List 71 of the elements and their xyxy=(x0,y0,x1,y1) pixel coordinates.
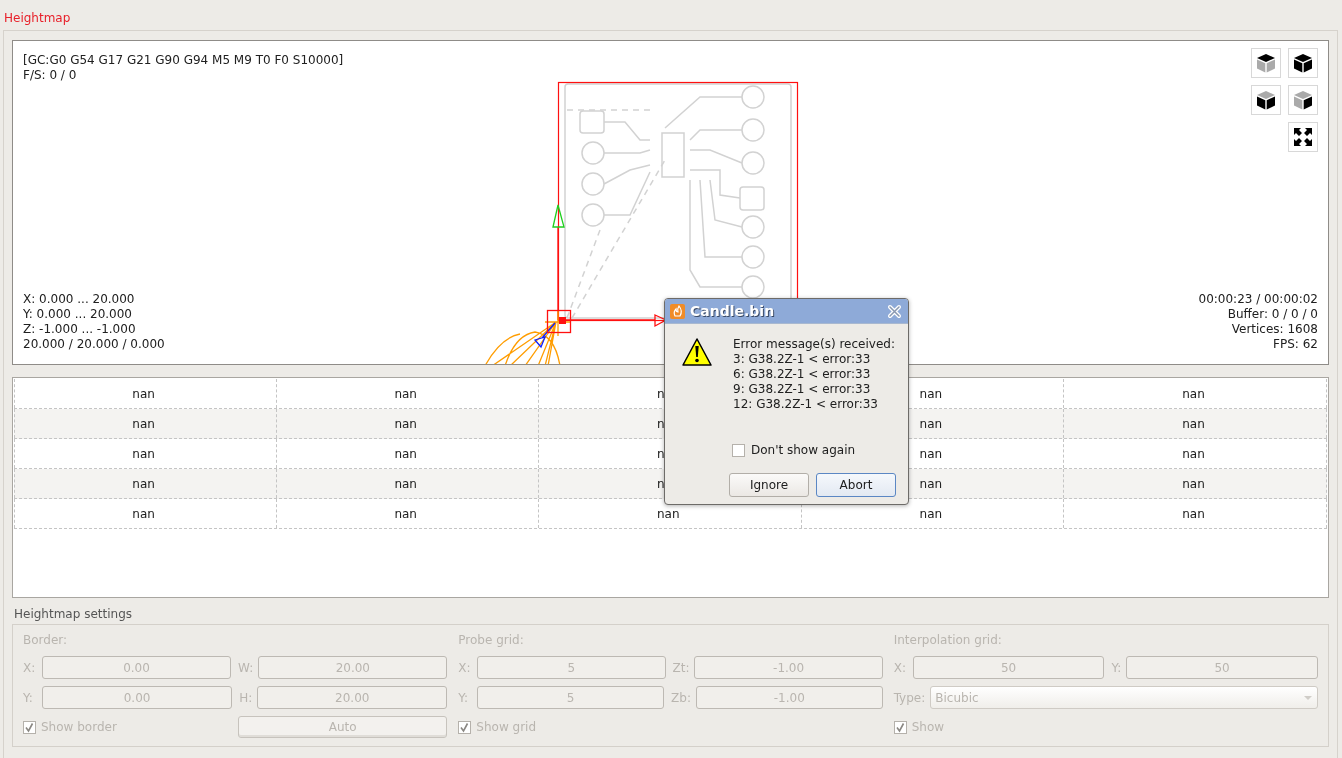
table-cell-text: nan xyxy=(394,446,418,461)
warning-icon xyxy=(681,337,713,367)
table-cell-text: nan xyxy=(919,506,944,521)
field-label: Type: xyxy=(893,690,927,705)
dialog-title: Candle.bin xyxy=(690,303,776,319)
table-cell-text: nan xyxy=(132,416,156,431)
coordinate-text: X: 0.000 ... 20.000 xyxy=(23,292,136,307)
checkbox-label: Don't show again xyxy=(751,443,856,457)
cube-icon xyxy=(1292,89,1314,111)
expand-icon xyxy=(1292,126,1314,148)
table-cell-text: nan xyxy=(919,476,944,491)
field-label: X: xyxy=(458,660,472,675)
group-title: Heightmap settings xyxy=(14,607,133,621)
group-label: Interpolation grid: xyxy=(893,633,1003,649)
table-cell-text: nan xyxy=(919,416,944,431)
table-cell-text: nan xyxy=(394,386,418,401)
view-button[interactable] xyxy=(1251,48,1281,78)
table-cell-text: nan xyxy=(132,386,156,401)
section-title: Heightmap xyxy=(3,10,72,27)
checkbox-label: Show grid xyxy=(476,720,537,734)
field-label: Zb: xyxy=(670,690,692,705)
field-label: H: xyxy=(238,690,254,705)
error-message-line: Error message(s) received: xyxy=(733,337,895,352)
table-cell-text: nan xyxy=(1182,416,1206,431)
table-cell-text: n xyxy=(657,476,666,491)
stats-text: Vertices: 1608 xyxy=(1230,322,1318,337)
table-cell-text: nan xyxy=(1182,386,1206,401)
coordinate-text: Z: -1.000 ... -1.000 xyxy=(23,322,137,337)
field-label: Zt: xyxy=(671,660,691,675)
error-message-line: 12: G38.2Z-1 < error:33 xyxy=(733,397,879,412)
table-cell-text: nan xyxy=(132,446,156,461)
table-cell-text: nan xyxy=(1182,506,1206,521)
table-cell-text: nan xyxy=(1182,446,1206,461)
coordinate-text: 20.000 / 20.000 / 0.000 xyxy=(23,337,165,352)
status-text: F/S: 0 / 0 xyxy=(23,68,78,83)
cube-icon xyxy=(1292,52,1314,74)
checkbox-label: Show border xyxy=(41,720,117,734)
app-icon xyxy=(670,303,685,319)
dialog-button[interactable]: Abort xyxy=(816,473,896,497)
table-cell-text: nan xyxy=(394,476,418,491)
cube-icon xyxy=(1255,89,1277,111)
error-message-line: 9: G38.2Z-1 < error:33 xyxy=(733,382,872,397)
stats-text: Buffer: 0 / 0 / 0 xyxy=(1226,307,1318,322)
table-cell-text: n xyxy=(657,386,666,401)
error-message-line: 6: G38.2Z-1 < error:33 xyxy=(733,367,872,382)
error-message-line: 3: G38.2Z-1 < error:33 xyxy=(733,352,872,367)
stats-text: FPS: 62 xyxy=(1272,337,1318,352)
cube-icon xyxy=(1255,52,1277,74)
field-label: W: xyxy=(237,660,255,675)
close-icon[interactable] xyxy=(887,303,902,319)
status-text: [GC:G0 G54 G17 G21 G90 G94 M5 M9 T0 F0 S10000] xyxy=(23,53,344,68)
table-cell-text: nan xyxy=(132,506,156,521)
table-cell-text: nan xyxy=(919,446,944,461)
table-cell-text: nan xyxy=(394,416,418,431)
table-cell-text: n xyxy=(657,446,666,461)
fit-view-button[interactable] xyxy=(1288,122,1318,152)
view-button[interactable] xyxy=(1251,85,1281,115)
group-label: Border: xyxy=(23,633,69,649)
table-cell-text: n xyxy=(657,416,666,431)
table-cell-text: nan xyxy=(919,386,944,401)
table-cell-text: nan xyxy=(1182,476,1206,491)
stats-text: 00:00:23 / 00:00:02 xyxy=(1198,292,1318,307)
table-cell-text: nan xyxy=(657,506,681,521)
table-cell-text: nan xyxy=(394,506,418,521)
group-label: Probe grid: xyxy=(458,633,525,649)
dialog-button[interactable]: Ignore xyxy=(729,473,809,497)
coordinate-text: Y: 0.000 ... 20.000 xyxy=(23,307,133,322)
table-cell-text: nan xyxy=(132,476,156,491)
checkbox[interactable] xyxy=(732,443,745,457)
view-button[interactable] xyxy=(1288,48,1318,78)
view-button[interactable] xyxy=(1288,85,1318,115)
